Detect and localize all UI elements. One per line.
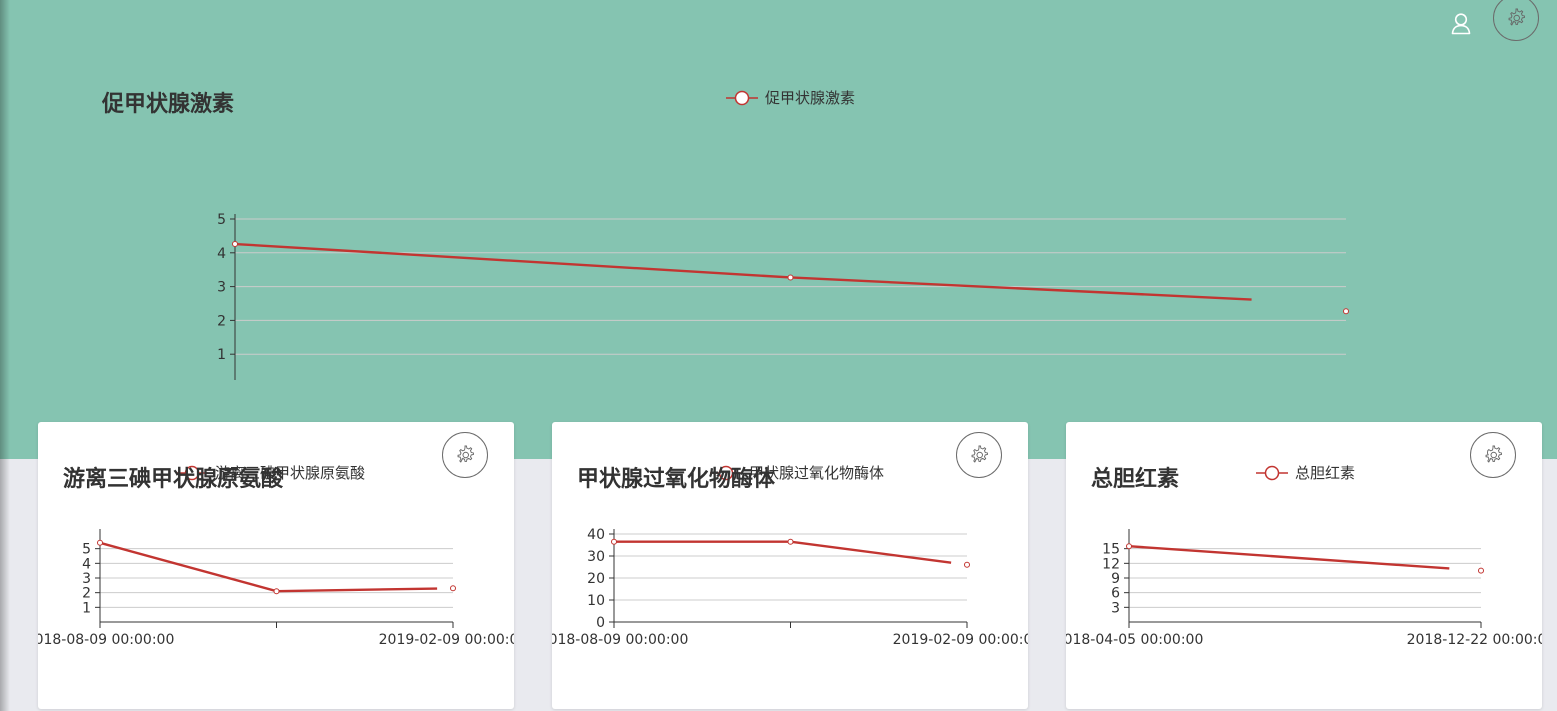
x-tick-label: 2019-02-09 00:00:00 [379,632,514,648]
y-tick-label: 4 [82,556,91,572]
card-title: 总胆红素 [1091,467,1180,492]
data-point [611,538,617,545]
x-tick-label: 2018-12-22 00:00:00 [1407,632,1542,648]
y-tick-label: 5 [217,212,226,228]
series-line [614,540,952,564]
user-icon [1451,13,1471,35]
gear-icon [1508,8,1525,26]
y-tick-label: 12 [1102,556,1120,572]
gear-icon [457,445,474,463]
legend-label: 总胆红素 [1295,464,1355,482]
card-title: 甲状腺过氧化物酶体 [577,467,776,492]
x-tick-label: 2018-08-09 00:00:00 [38,632,174,648]
y-tick-label: 5 [82,542,91,558]
data-point [232,241,238,248]
legend-marker [1264,465,1280,481]
y-tick-label: 2 [217,313,226,329]
y-tick-label: 40 [587,527,605,543]
data-point [1478,567,1484,574]
data-point [1126,543,1132,550]
x-tick-label: 2019-02-09 00:00:00 [893,632,1028,648]
y-tick-label: 4 [217,246,226,262]
data-point [97,539,103,546]
series-line [99,541,438,593]
legend-marker [734,90,750,106]
chart-card: 总胆红素 3 6 9 12 15 2018-04-05 00:00:00 2018-12-2… [1066,422,1542,709]
y-tick-label: 1 [217,347,226,363]
y-tick-label: 2 [82,586,91,602]
main-chart: 0123452018-08-09 00:00:002018-12-21 00:0… [217,89,1349,380]
y-tick-label: 1 [82,600,91,616]
y-tick-label: 0 [596,615,605,631]
gear-icon [971,445,988,463]
card-settings-button[interactable] [442,432,488,478]
y-tick-label: 9 [1111,571,1120,587]
data-point [787,538,794,545]
y-tick-label: 3 [82,571,91,587]
series-line [1128,545,1450,570]
data-point [1343,308,1349,315]
y-tick-label: 6 [1111,586,1120,602]
data-point [964,561,970,568]
card-settings-button[interactable] [956,432,1002,478]
y-tick-label: 10 [587,593,605,609]
x-tick-label: 2018-08-09 00:00:00 [552,632,688,648]
card-title: 游离三碘甲状腺原氨酸 [63,467,284,492]
gear-icon [1485,445,1502,463]
card-settings-button[interactable] [1470,432,1516,478]
x-tick-label: 2018-04-05 00:00:00 [1066,632,1203,648]
data-point [787,274,794,281]
y-tick-label: 3 [1111,600,1120,616]
y-tick-label: 20 [587,571,605,587]
data-point [273,588,280,595]
chart-card: 甲状腺过氧化物酶体 0 10 20 30 40 2018-08-09 00:00:00 20… [552,422,1028,709]
data-point [450,585,456,592]
user-button[interactable] [1446,9,1476,39]
chart-card: 游离三碘甲状腺原氨酸 1 2 3 4 5 2018-08-09 00:00:00 2019-… [38,422,514,709]
legend-label: 促甲状腺激素 [765,89,855,107]
y-tick-label: 3 [217,280,226,296]
y-tick-label: 30 [587,549,605,565]
y-tick-label: 15 [1102,542,1120,558]
